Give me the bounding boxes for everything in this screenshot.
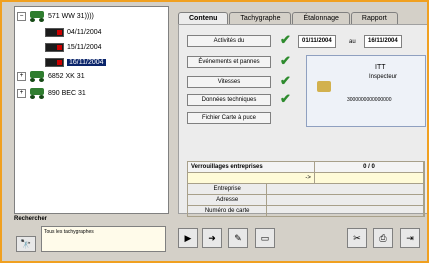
truck-icon [29, 70, 45, 82]
verrouillages-table: Verrouillages entreprises 0 / 0 -> Entre… [187, 161, 425, 217]
checkmark-icon: ✔ [280, 91, 291, 106]
expand-icon[interactable]: + [17, 71, 26, 81]
table-row: Entreprise [187, 184, 425, 195]
date-from-field[interactable]: 01/11/2004 [298, 35, 336, 48]
tree-node-card-2[interactable]: 15/11/2004 [45, 41, 102, 53]
tree-node-card-1[interactable]: 04/11/2004 [45, 26, 102, 38]
date-separator: au [349, 39, 356, 45]
vehicle-label[interactable]: 890 BEC 31 [48, 90, 86, 97]
checkmark-icon: ✔ [280, 32, 291, 47]
collapse-icon[interactable]: − [17, 11, 26, 21]
expand-icon[interactable]: + [17, 88, 26, 98]
truck-icon [29, 10, 45, 22]
edit-button[interactable]: ✎ [228, 228, 248, 248]
table-arrow: -> [188, 173, 315, 183]
card-small-icon: ▭ [260, 233, 270, 243]
content-panel: Activités du ✔ 01/11/2004 au 16/11/2004 … [178, 24, 427, 217]
date-to-field[interactable]: 16/11/2004 [364, 35, 402, 48]
checkmark-icon: ✔ [280, 53, 291, 68]
tools-button[interactable]: ✂ [347, 228, 367, 248]
tools-icon: ✂ [353, 233, 361, 243]
import-button[interactable]: ▶ [178, 228, 198, 248]
edit-icon: ✎ [234, 233, 242, 243]
card-button[interactable]: ▭ [255, 228, 275, 248]
table-row: Adresse [187, 195, 425, 206]
tab-rapport[interactable]: Rapport [350, 12, 398, 24]
card-icon [45, 57, 64, 67]
card-role: Inspecteur [369, 74, 398, 80]
vehicle-label[interactable]: 6852 XK 31 [48, 73, 85, 80]
card-type: ITT [375, 64, 386, 71]
vehicle-tree[interactable]: − 571 WW 31)))) 04/11/2004 15/11/2004 16… [14, 6, 169, 214]
fichier-carte-button[interactable]: Fichier Carte à puce [187, 112, 271, 124]
print-button[interactable]: ⎙ [373, 228, 393, 248]
exit-button[interactable]: ⇥ [400, 228, 420, 248]
field-label: Entreprise [188, 184, 268, 194]
table-row: Numéro de carte [187, 206, 425, 217]
tab-bar: Contenu Tachygraphe Étalonnage Rapport [178, 12, 399, 24]
export-button[interactable]: ➜ [202, 228, 222, 248]
card-date-label[interactable]: 04/11/2004 [67, 29, 102, 36]
chip-icon [317, 81, 331, 92]
donnees-techniques-button[interactable]: Données techniques [187, 94, 271, 106]
table-row[interactable]: -> [187, 173, 425, 184]
card-number: 3000000000000000 [347, 97, 392, 103]
activites-button[interactable]: Activités du [187, 35, 271, 47]
exit-icon: ⇥ [406, 233, 414, 243]
printer-icon: ⎙ [379, 233, 387, 243]
truck-icon [29, 87, 45, 99]
tree-node-vehicle-1[interactable]: − 571 WW 31)))) [17, 10, 94, 22]
card-date-label[interactable]: 15/11/2004 [67, 44, 102, 51]
card-icon [45, 42, 64, 52]
vehicle-label[interactable]: 571 WW 31)))) [48, 13, 94, 20]
tree-node-vehicle-3[interactable]: + 890 BEC 31 [17, 87, 86, 99]
tree-node-vehicle-2[interactable]: + 6852 XK 31 [17, 70, 85, 82]
card-date-label-selected[interactable]: 16/11/2004 [67, 58, 106, 66]
tab-tachygraphe[interactable]: Tachygraphe [229, 12, 292, 24]
binoculars-icon[interactable]: 🔭 [16, 236, 36, 252]
driver-card-image: ITT Inspecteur 3000000000000000 [306, 55, 426, 127]
field-label: Adresse [188, 195, 268, 205]
tab-contenu[interactable]: Contenu [178, 12, 229, 24]
search-label: Rechercher [14, 216, 48, 222]
table-header-row: Verrouillages entreprises 0 / 0 [187, 161, 425, 173]
field-label: Numéro de carte [188, 206, 268, 216]
checkmark-icon: ✔ [280, 73, 291, 88]
import-icon: ▶ [184, 233, 192, 243]
vitesses-button[interactable]: Vitesses [187, 76, 271, 88]
table-title: Verrouillages entreprises [188, 162, 315, 172]
search-input[interactable]: Tous les tachygraphes [41, 226, 166, 252]
search-panel: Rechercher 🔭 Tous les tachygraphes [14, 216, 167, 258]
app-window: − 571 WW 31)))) 04/11/2004 15/11/2004 16… [0, 0, 429, 263]
tree-node-card-3[interactable]: 16/11/2004 [45, 56, 106, 68]
export-icon: ➜ [208, 233, 216, 243]
evenements-button[interactable]: Événements et pannes [187, 56, 271, 68]
table-count: 0 / 0 [315, 162, 424, 172]
card-icon [45, 27, 64, 37]
tab-etalonnage[interactable]: Étalonnage [292, 12, 350, 24]
